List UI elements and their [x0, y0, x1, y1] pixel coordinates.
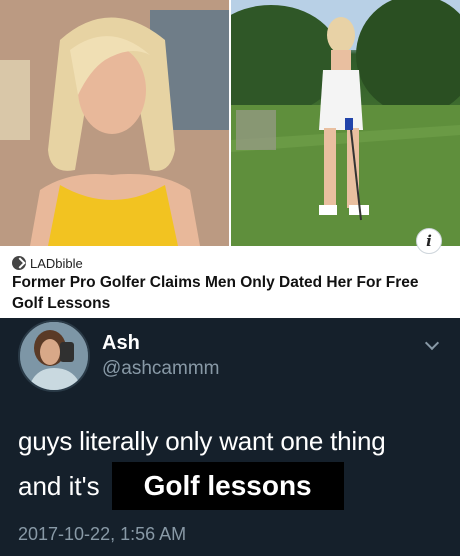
display-name[interactable]: Ash	[102, 332, 140, 355]
golfer-illustration	[231, 0, 460, 246]
info-icon[interactable]: i	[416, 228, 442, 254]
avatar-image	[20, 322, 88, 390]
tweet-text-line1: guys literally only want one thing	[18, 426, 386, 456]
avatar[interactable]	[18, 320, 90, 392]
preview-photo-golfer	[231, 0, 460, 246]
article-headline[interactable]: Former Pro Golfer Claims Men Only Dated …	[12, 272, 452, 314]
tweet-text-line2: and it's Golf lessons	[18, 462, 344, 510]
source-name: LADbible	[30, 255, 83, 271]
tweet-timestamp[interactable]: 2017-10-22, 1:56 AM	[18, 524, 186, 545]
preview-images	[0, 0, 460, 246]
tweet-text-prefix: and it's	[18, 470, 100, 501]
source-badge-icon	[12, 256, 26, 270]
highlighted-text: Golf lessons	[111, 462, 344, 510]
source-row: LADbible	[12, 254, 83, 272]
preview-photo-portrait	[0, 0, 229, 246]
link-preview-card[interactable]: i LADbible Former Pro Golfer Claims Men …	[0, 0, 460, 318]
chevron-down-icon[interactable]	[424, 335, 440, 351]
portrait-illustration	[0, 0, 229, 246]
user-handle[interactable]: @ashcammm	[102, 358, 219, 380]
tweet: Ash @ashcammm guys literally only want o…	[0, 318, 460, 556]
